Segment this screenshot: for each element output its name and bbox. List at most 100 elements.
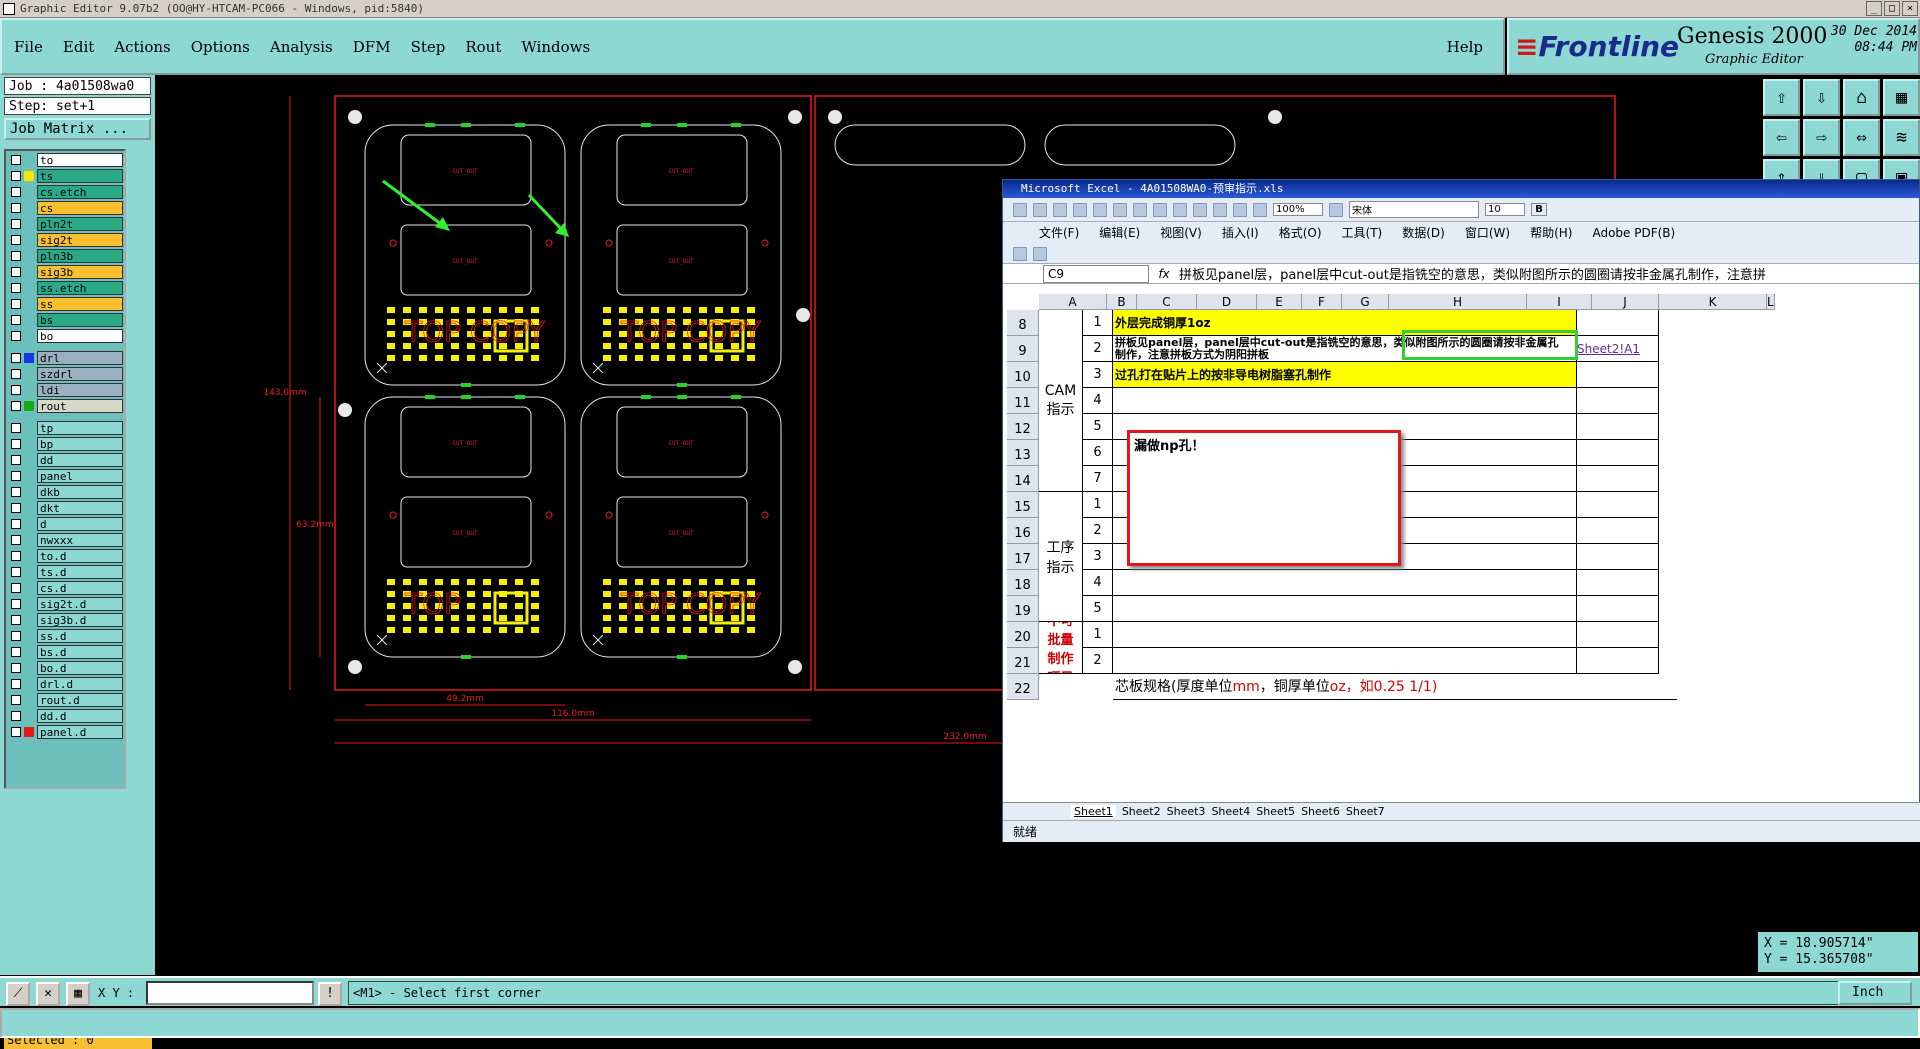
redo-icon[interactable] [1213,202,1227,217]
row-number[interactable]: 4 [1083,570,1113,596]
group-cam[interactable]: CAM 指示 [1039,310,1083,492]
excel-menu-item[interactable]: 数据(D) [1402,222,1445,244]
layer-row[interactable]: pln3b [7,248,123,264]
row-number[interactable]: 2 [1083,518,1113,544]
layer-checkbox[interactable] [11,155,21,165]
info-icon[interactable]: ! [318,982,342,1006]
layer-row[interactable]: dkt [7,500,123,516]
layer-checkbox[interactable] [11,535,21,545]
row-header[interactable]: 18 [1007,570,1039,596]
cut-icon[interactable] [1133,202,1147,217]
layer-checkbox[interactable] [11,647,21,657]
snap-icon[interactable]: ⟋ [6,982,30,1006]
layer-checkbox[interactable] [11,439,21,449]
layer-checkbox[interactable] [11,283,21,293]
layer-row[interactable]: sig3b [7,264,123,280]
empty-cell[interactable] [1577,518,1659,544]
layer-row[interactable]: bo.d [7,660,123,676]
row-header[interactable]: 12 [1007,414,1039,440]
undo-icon[interactable] [1193,202,1207,217]
zoom-down-button[interactable]: ⇩ [1803,79,1840,116]
row-header[interactable]: 8 [1007,310,1039,336]
layer-checkbox[interactable] [11,331,21,341]
layer-row[interactable]: ts.d [7,564,123,580]
row-number[interactable]: 6 [1083,440,1113,466]
xy-input[interactable] [146,981,314,1005]
layer-row[interactable]: sig2t [7,232,123,248]
layer-checkbox[interactable] [11,599,21,609]
layer-row[interactable]: cs.etch [7,184,123,200]
layer-row[interactable]: dd [7,452,123,468]
layer-checkbox[interactable] [11,251,21,261]
row-number[interactable]: 1 [1083,622,1113,648]
font-size-select[interactable]: 10 [1485,203,1525,216]
layer-checkbox[interactable] [11,385,21,395]
empty-cell[interactable] [1113,622,1577,648]
sheet-tab[interactable]: Sheet1 [1071,805,1116,818]
menu-step[interactable]: Step [411,38,446,56]
layer-row[interactable]: szdrl [7,366,123,382]
column-header[interactable]: G [1342,294,1389,310]
menu-analysis[interactable]: Analysis [270,38,333,56]
layer-row[interactable]: ts [7,168,123,184]
empty-cell[interactable] [1577,440,1659,466]
layer-checkbox[interactable] [11,267,21,277]
row-number[interactable]: 1 [1083,492,1113,518]
excel-menu-item[interactable]: 文件(F) [1039,222,1079,244]
menu-actions[interactable]: Actions [114,38,170,56]
menu-options[interactable]: Options [191,38,250,56]
layer-row[interactable]: bs [7,312,123,328]
column-header[interactable]: I [1527,294,1592,310]
grid-icon[interactable]: ▦ [66,982,90,1006]
snap-button[interactable]: ≋ [1883,119,1920,156]
column-header[interactable]: C [1137,294,1197,310]
row-number[interactable]: 2 [1083,336,1113,362]
layer-row[interactable]: ldi [7,382,123,398]
formula-input[interactable]: 拼板见panel层，panel层中cut-out是指铣空的意思，类似附图所示的圆… [1179,264,1766,283]
layer-row[interactable]: ss [7,296,123,312]
menu-dfm[interactable]: DFM [353,38,391,56]
layer-checkbox[interactable] [11,583,21,593]
minimize-button[interactable]: _ [1866,1,1882,16]
layer-checkbox[interactable] [11,487,21,497]
layer-row[interactable]: sig2t.d [7,596,123,612]
mirror-button[interactable]: ⇔ [1843,119,1880,156]
layer-row[interactable]: drl.d [7,676,123,692]
print-icon[interactable] [1073,202,1087,217]
layer-checkbox[interactable] [11,519,21,529]
layer-row[interactable]: d [7,516,123,532]
layer-row[interactable]: ss.etch [7,280,123,296]
row-number[interactable]: 3 [1083,544,1113,570]
layer-checkbox[interactable] [11,423,21,433]
layer-checkbox[interactable] [11,171,21,181]
pdf-mail-icon[interactable] [1033,246,1047,261]
empty-cell[interactable] [1113,648,1577,674]
row-number[interactable]: 5 [1083,414,1113,440]
row-number[interactable]: 1 [1083,310,1113,336]
row-header[interactable]: 15 [1007,492,1039,518]
layer-row[interactable]: to.d [7,548,123,564]
layer-checkbox[interactable] [11,219,21,229]
menu-rout[interactable]: Rout [465,38,501,56]
row-number[interactable]: 2 [1083,648,1113,674]
save-icon[interactable] [1053,202,1067,217]
new-icon[interactable] [1013,202,1027,217]
empty-cell[interactable] [1113,596,1577,622]
close-button[interactable]: × [1902,1,1918,16]
spreadsheet-grid[interactable]: A B C D E F G H I J K L 8 9 10 11 12 13 14 15 16 17 18 19 20 21 22… [1007,294,1920,802]
sum-icon[interactable] [1233,202,1247,217]
layer-row[interactable]: dd.d [7,708,123,724]
copy-icon[interactable] [1153,202,1167,217]
sheet-tab[interactable]: Sheet6 [1301,805,1340,818]
excel-menu-item[interactable]: 视图(V) [1160,222,1202,244]
home-view-button[interactable]: ⌂ [1843,79,1880,116]
group-process[interactable]: 工序 指示 [1039,492,1083,622]
empty-cell[interactable] [1577,648,1659,674]
preview-icon[interactable] [1093,202,1107,217]
column-header[interactable]: A [1039,294,1107,310]
empty-cell[interactable] [1577,544,1659,570]
sheet-tab[interactable]: Sheet2 [1122,805,1161,818]
row-header[interactable]: 13 [1007,440,1039,466]
paste-icon[interactable] [1173,202,1187,217]
layer-row[interactable]: panel [7,468,123,484]
